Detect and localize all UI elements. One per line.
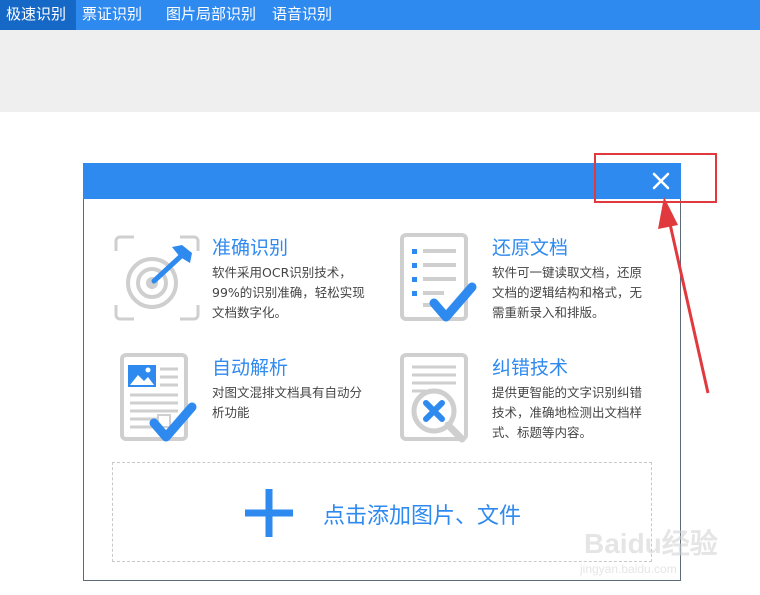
add-file-dropzone[interactable]: 点击添加图片、文件 — [112, 462, 652, 562]
feature-title: 纠错技术 — [492, 357, 569, 379]
feature-description: 提供更智能的文字识别纠错技术，准确地检测出文档样式、标题等内容。 — [492, 385, 643, 440]
feature-title: 准确识别 — [212, 237, 289, 259]
feature-accurate-recognition: 准确识别 软件采用OCR识别技术，99%的识别准确，轻松实现文档数字化。 — [112, 233, 402, 343]
watermark-brand: Baidu经验 — [584, 528, 718, 559]
feature-title: 还原文档 — [492, 237, 569, 259]
feature-error-correction: 纠错技术 提供更智能的文字识别纠错技术，准确地检测出文档样式、标题等内容。 — [392, 353, 682, 463]
target-icon — [114, 235, 200, 321]
annotation-arrow-icon — [658, 197, 710, 394]
tab-voice-recognition[interactable]: 语音识别 — [266, 0, 342, 30]
feature-description: 对图文混排文档具有自动分析功能 — [212, 385, 363, 420]
upload-dialog: 准确识别 软件采用OCR识别技术，99%的识别准确，轻松实现文档数字化。 还原文… — [83, 163, 681, 581]
top-tab-bar: 极速识别 票证识别 图片局部识别 语音识别 — [0, 0, 760, 30]
dialog-header — [83, 163, 681, 199]
image-document-icon — [120, 353, 197, 442]
plus-icon — [245, 489, 293, 537]
tab-fast-recognition[interactable]: 极速识别 — [0, 0, 77, 30]
feature-title: 自动解析 — [212, 357, 289, 379]
toolbar-area — [0, 30, 760, 112]
add-file-label: 点击添加图片、文件 — [323, 504, 522, 529]
watermark: Baidu经验 jingyan.baidu.com — [580, 522, 750, 582]
watermark-url: jingyan.baidu.com — [580, 562, 677, 576]
feature-description: 软件采用OCR识别技术，99%的识别准确，轻松实现文档数字化。 — [212, 265, 365, 320]
magnifier-x-icon — [400, 353, 468, 443]
feature-description: 软件可一键读取文档，还原文档的逻辑结构和格式，无需重新录入和排版。 — [492, 265, 643, 320]
tab-partial-image-recognition[interactable]: 图片局部识别 — [160, 0, 266, 30]
document-check-icon — [400, 233, 477, 322]
feature-restore-document: 还原文档 软件可一键读取文档，还原文档的逻辑结构和格式，无需重新录入和排版。 — [392, 233, 682, 343]
feature-auto-parse: 自动解析 对图文混排文档具有自动分析功能 — [112, 353, 402, 463]
tab-ticket-recognition[interactable]: 票证识别 — [76, 0, 152, 30]
